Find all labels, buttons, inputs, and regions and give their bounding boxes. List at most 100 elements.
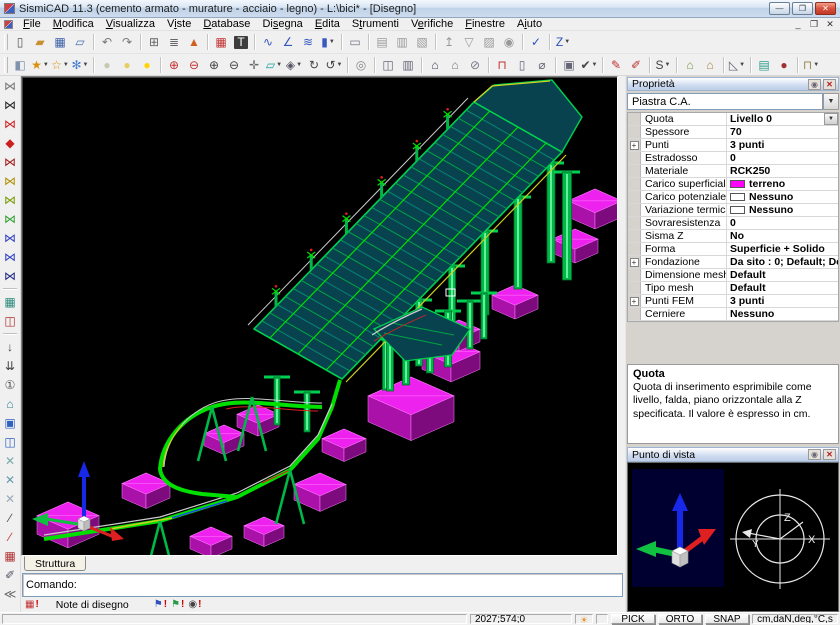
beam-tool-6-button[interactable]: ⋈ bbox=[1, 172, 19, 189]
menu-disegna[interactable]: Disegna bbox=[256, 18, 308, 31]
text-style-button[interactable]: T bbox=[231, 33, 251, 52]
viewpoint-view[interactable]: ZXY bbox=[627, 462, 839, 612]
beam-tool-11-button[interactable]: ⋈ bbox=[1, 267, 19, 284]
insert-down-multi-button[interactable]: ⇊ bbox=[1, 357, 19, 374]
view-face-button[interactable]: ▱▼ bbox=[264, 55, 284, 74]
menu-viste[interactable]: Viste bbox=[161, 18, 197, 31]
property-row-estradosso[interactable]: Estradosso0 bbox=[628, 152, 838, 165]
vertical-ruler-button[interactable]: ▯ bbox=[512, 55, 532, 74]
section-curve-button[interactable]: S▼ bbox=[653, 55, 673, 74]
orto-toggle[interactable]: ORTO bbox=[658, 614, 702, 624]
collapse-toolbar-button[interactable]: ≪ bbox=[1, 585, 19, 602]
view-face-dropdown-icon[interactable]: ▼ bbox=[276, 62, 282, 68]
mdi-close-button[interactable]: ✕ bbox=[822, 18, 838, 31]
slope-element-button[interactable]: ∠ bbox=[278, 33, 298, 52]
command-input[interactable]: Comando: bbox=[22, 573, 623, 597]
orbit-button[interactable]: ↻ bbox=[304, 55, 324, 74]
close-button[interactable]: ✕ bbox=[815, 2, 836, 15]
menu-file[interactable]: File bbox=[17, 18, 47, 31]
property-row-carico-potenziale[interactable]: Carico potenzialeNessuno bbox=[628, 191, 838, 204]
expand-icon[interactable]: + bbox=[630, 297, 639, 306]
lights-on-button[interactable]: ● bbox=[137, 55, 157, 74]
beam-tool-3-button[interactable]: ⋈ bbox=[1, 115, 19, 132]
tab-struttura[interactable]: Struttura bbox=[24, 556, 86, 571]
mdi-minimize-button[interactable]: _ bbox=[790, 18, 806, 31]
open-project-button[interactable]: ▱ bbox=[70, 33, 90, 52]
view-3d-star-dropdown-icon[interactable]: ▼ bbox=[43, 62, 49, 68]
menu-edita[interactable]: Edita bbox=[309, 18, 346, 31]
zoom-out-button[interactable]: ⊖ bbox=[224, 55, 244, 74]
property-row-tipo-mesh[interactable]: Tipo meshDefault bbox=[628, 282, 838, 295]
property-row-spessore[interactable]: Spessore70 bbox=[628, 126, 838, 139]
window-panel-1-button[interactable]: ◫ bbox=[1, 433, 19, 450]
codes-table-button[interactable]: ⊞ bbox=[144, 33, 164, 52]
frame-window-button[interactable]: ▣ bbox=[559, 55, 579, 74]
menu-finestre[interactable]: Finestre bbox=[459, 18, 511, 31]
property-row-carico-superficiale[interactable]: Carico superficialeterreno bbox=[628, 178, 838, 191]
menu-modifica[interactable]: Modifica bbox=[47, 18, 100, 31]
find-entity-button[interactable]: ◎ bbox=[351, 55, 371, 74]
undo-button[interactable]: ↶ bbox=[97, 33, 117, 52]
load-fan-button[interactable]: ≋ bbox=[298, 33, 318, 52]
expand-icon[interactable]: + bbox=[630, 258, 639, 267]
edit-marker-button[interactable]: ✎ bbox=[606, 55, 626, 74]
save-drawing-button[interactable]: ▦ bbox=[1, 547, 19, 564]
edit-marker-2-button[interactable]: ✐ bbox=[626, 55, 646, 74]
x-tool-a-button[interactable]: ✕ bbox=[1, 471, 19, 488]
eyedropper-button[interactable]: ✐ bbox=[1, 566, 19, 583]
x-tool-1-button[interactable]: ✕ bbox=[1, 452, 19, 469]
menu-aiuto[interactable]: Aiuto bbox=[511, 18, 548, 31]
property-row-variazione-termica[interactable]: Variazione termicaNessuno bbox=[628, 204, 838, 217]
property-row-quota[interactable]: QuotaLivello 0▼ bbox=[628, 113, 838, 126]
pick-toggle[interactable]: PICK bbox=[611, 614, 655, 624]
dynamic-view-dropdown-icon[interactable]: ▼ bbox=[63, 62, 69, 68]
measure-angle-button[interactable]: ◺▼ bbox=[727, 55, 747, 74]
zoom-extents-button[interactable]: ⊕ bbox=[164, 55, 184, 74]
close-panel-icon[interactable]: ✕ bbox=[823, 79, 836, 90]
levels-list-button[interactable]: ≣ bbox=[164, 33, 184, 52]
view-solid-button[interactable]: ◈▼ bbox=[284, 55, 304, 74]
property-row-fondazione[interactable]: +FondazioneDa sito : 0; Default; De bbox=[628, 256, 838, 269]
minimize-button[interactable]: — bbox=[769, 2, 790, 15]
maximize-button[interactable]: ❐ bbox=[792, 2, 813, 15]
z-direction-button[interactable]: Z▼ bbox=[553, 33, 573, 52]
window-panel-button[interactable]: ▣ bbox=[1, 414, 19, 431]
section-view-button[interactable]: ▥ bbox=[398, 55, 418, 74]
orbit-continuous-dropdown-icon[interactable]: ▼ bbox=[337, 62, 343, 68]
panel-element-button[interactable]: ▭ bbox=[345, 33, 365, 52]
diameter-tool-button[interactable]: ⌀ bbox=[532, 55, 552, 74]
view-3d-button[interactable]: ◧ bbox=[10, 55, 30, 74]
pin-icon[interactable]: ◉ bbox=[808, 449, 821, 460]
z-direction-dropdown-icon[interactable]: ▼ bbox=[564, 39, 570, 45]
image-tool-button[interactable]: ▨ bbox=[479, 33, 499, 52]
selector-dropdown-icon[interactable]: ▼ bbox=[823, 93, 839, 110]
layer-stack-button[interactable]: ▤ bbox=[754, 55, 774, 74]
spring-element-button[interactable]: ∿ bbox=[258, 33, 278, 52]
binoculars-button[interactable]: ◉! bbox=[188, 600, 201, 610]
redo-button[interactable]: ↷ bbox=[117, 33, 137, 52]
line-tool-red-button[interactable]: ∕ bbox=[1, 528, 19, 545]
mdi-restore-button[interactable]: ❐ bbox=[806, 18, 822, 31]
x-tool-12-button[interactable]: ✕ bbox=[1, 490, 19, 507]
menu-database[interactable]: Database bbox=[197, 18, 256, 31]
lift-tool-button[interactable]: ↥ bbox=[439, 33, 459, 52]
attach-note-button[interactable]: ⊘ bbox=[465, 55, 485, 74]
render-scene-button[interactable]: ⌂ bbox=[425, 55, 445, 74]
expand-icon[interactable]: + bbox=[630, 141, 639, 150]
property-row-sovraresistenza[interactable]: Sovraresistenza0 bbox=[628, 217, 838, 230]
sun-icon[interactable]: ☀ bbox=[575, 614, 593, 624]
render-settings-button[interactable]: ⌂ bbox=[445, 55, 465, 74]
new-document-button[interactable]: ▯ bbox=[10, 33, 30, 52]
pan-button[interactable]: ✛ bbox=[244, 55, 264, 74]
bench-tool-button[interactable]: ⊓▼ bbox=[801, 55, 821, 74]
materials-archive-button[interactable]: ▲ bbox=[184, 33, 204, 52]
save-button[interactable]: ▦ bbox=[50, 33, 70, 52]
regen-view-button[interactable]: ✻▼ bbox=[70, 55, 90, 74]
dynamic-view-button[interactable]: ☆▼ bbox=[50, 55, 70, 74]
menu-visualizza[interactable]: Visualizza bbox=[100, 18, 161, 31]
open-folder-button[interactable]: ▰ bbox=[30, 33, 50, 52]
filter-tool-button[interactable]: ▽ bbox=[459, 33, 479, 52]
beam-tool-10-button[interactable]: ⋈ bbox=[1, 248, 19, 265]
beam-tool-2-button[interactable]: ⋈ bbox=[1, 96, 19, 113]
beam-tool-9-button[interactable]: ⋈ bbox=[1, 229, 19, 246]
